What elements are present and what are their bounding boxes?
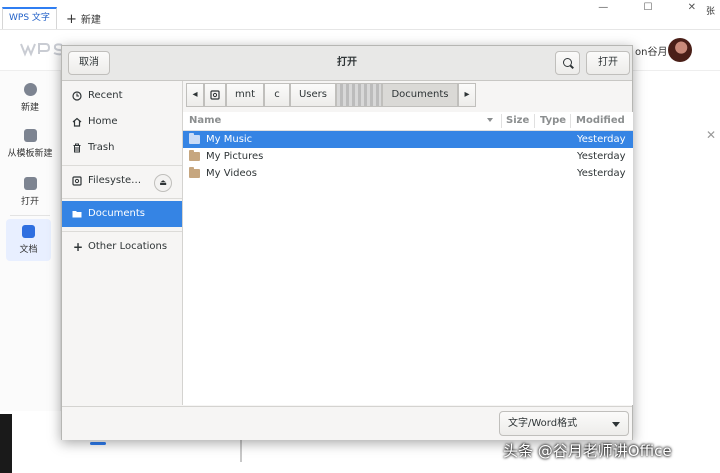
plus-icon: + — [66, 12, 77, 27]
column-size[interactable]: Size — [506, 115, 529, 126]
place-label: Recent — [88, 90, 123, 101]
file-list: Name Size Type Modified My Music Yesterd… — [183, 112, 633, 405]
folder-icon — [23, 177, 37, 190]
sidebar-item-new[interactable]: 新建 — [0, 83, 60, 113]
path-root-button[interactable] — [204, 83, 226, 107]
open-button[interactable]: 打开 — [586, 51, 630, 75]
file-modified: Yesterday — [577, 134, 626, 145]
sidebar-item-label: 文档 — [19, 245, 38, 255]
path-crumb-c[interactable]: c — [264, 83, 290, 107]
background-thumbnail — [0, 414, 12, 473]
search-icon-handle — [570, 64, 574, 69]
file-row[interactable]: My Music Yesterday — [183, 131, 633, 148]
path-crumb-mnt[interactable]: mnt — [226, 83, 264, 107]
progress-indicator — [90, 442, 106, 445]
place-label: Other Locations — [88, 241, 168, 252]
path-scroll-right-button[interactable]: ▸ — [458, 83, 476, 107]
folder-icon — [72, 211, 82, 218]
file-modified: Yesterday — [577, 151, 626, 162]
sidebar-item-open[interactable]: 打开 — [0, 177, 60, 207]
file-list-header: Name Size Type Modified — [183, 112, 633, 131]
file-name: My Music — [206, 134, 253, 145]
place-label: Documents — [88, 208, 146, 219]
column-modified[interactable]: Modified — [576, 115, 625, 126]
column-name[interactable]: Name — [189, 115, 221, 126]
template-icon — [23, 129, 37, 142]
corner-text: 张 — [706, 7, 716, 17]
place-filesystem[interactable]: Filesyste… ⏏ — [62, 168, 182, 194]
file-name: My Videos — [206, 168, 257, 179]
places-divider — [62, 231, 182, 232]
wps-sidebar: 新建 从模板新建 打开 文档 — [0, 71, 61, 411]
wps-tab-bar: WPS 文字 + 新建 — ☐ ✕ — [0, 0, 720, 30]
plus-icon: + — [73, 240, 84, 254]
plus-circle-icon — [23, 83, 37, 96]
dialog-footer: 文字/Word格式 — [62, 406, 632, 440]
column-divider — [534, 114, 535, 128]
close-icon[interactable]: ✕ — [706, 128, 716, 142]
folder-icon — [189, 167, 200, 178]
document-icon — [22, 225, 35, 238]
dialog-titlebar: 打开 取消 打开 — [62, 46, 632, 81]
path-scroll-left-button[interactable]: ◂ — [186, 83, 204, 107]
place-label: Trash — [88, 142, 115, 153]
place-trash[interactable]: Trash — [62, 135, 182, 161]
file-modified: Yesterday — [577, 168, 626, 179]
file-name: My Pictures — [206, 151, 264, 162]
home-icon — [72, 117, 82, 127]
column-divider — [501, 114, 502, 128]
file-type-filter[interactable]: 文字/Word格式 — [499, 411, 629, 436]
file-row[interactable]: My Pictures Yesterday — [183, 148, 633, 165]
wps-document-tab[interactable]: WPS 文字 — [2, 7, 57, 29]
sidebar-item-label: 新建 — [20, 103, 39, 113]
window-controls[interactable]: — ☐ ✕ — [598, 2, 712, 13]
place-label: Home — [88, 116, 118, 127]
search-button[interactable] — [555, 51, 580, 75]
places-divider — [62, 165, 182, 166]
trash-icon — [73, 143, 81, 153]
watermark: 头条 @谷月老师讲Office — [503, 442, 672, 460]
place-recent[interactable]: Recent — [62, 83, 182, 109]
path-crumb-documents[interactable]: Documents — [382, 83, 458, 107]
path-crumb-users[interactable]: Users — [290, 83, 336, 107]
place-documents[interactable]: Documents — [62, 201, 182, 227]
dialog-title: 打开 — [337, 57, 357, 68]
places-sidebar: Recent Home Trash Filesyste… ⏏ Documents… — [62, 81, 183, 405]
place-other-locations[interactable]: + Other Locations — [62, 234, 182, 260]
drive-icon — [72, 176, 82, 186]
folder-icon — [189, 133, 200, 144]
places-divider — [62, 198, 182, 199]
eject-icon[interactable]: ⏏ — [154, 174, 172, 192]
place-home[interactable]: Home — [62, 109, 182, 135]
path-crumb-username[interactable] — [336, 83, 382, 107]
new-tab-button[interactable]: + 新建 — [66, 11, 101, 27]
sidebar-divider — [10, 215, 50, 216]
new-tab-label: 新建 — [80, 15, 101, 26]
column-type[interactable]: Type — [540, 115, 566, 126]
folder-icon — [189, 150, 200, 161]
file-open-dialog: 打开 取消 打开 Recent Home Trash Filesyste… ⏏ … — [61, 45, 633, 440]
sidebar-item-label: 打开 — [20, 197, 39, 207]
sidebar-item-label: 从模板新建 — [7, 149, 53, 159]
sidebar-item-from-template[interactable]: 从模板新建 — [0, 129, 60, 159]
drive-icon — [210, 90, 220, 100]
file-type-filter-label: 文字/Word格式 — [508, 418, 578, 429]
sort-descending-icon — [487, 118, 493, 122]
place-label: Filesyste… — [88, 175, 142, 186]
divider — [240, 440, 242, 462]
sidebar-item-documents[interactable]: 文档 — [6, 219, 51, 261]
clock-icon — [72, 91, 82, 101]
chevron-down-icon — [612, 422, 620, 427]
file-row[interactable]: My Videos Yesterday — [183, 165, 633, 182]
column-divider — [570, 114, 571, 128]
cancel-button[interactable]: 取消 — [68, 51, 110, 75]
username: on谷月 — [635, 47, 668, 58]
avatar[interactable] — [668, 38, 692, 62]
